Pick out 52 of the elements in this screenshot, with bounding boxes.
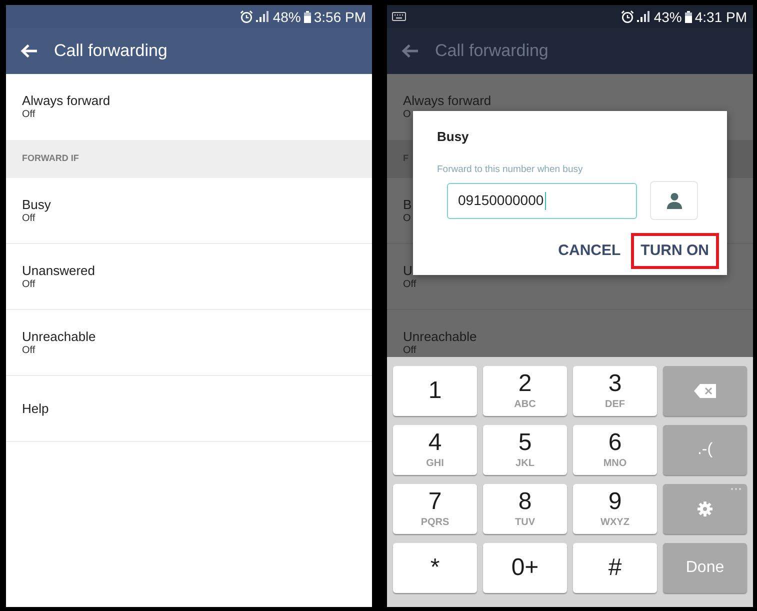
settings-icon xyxy=(697,501,713,517)
back-arrow-icon xyxy=(20,43,38,59)
setting-status: Off xyxy=(22,278,36,290)
dial-key[interactable]: 1 xyxy=(393,366,477,416)
battery-percent: 43% xyxy=(654,8,682,24)
alarm-clock-icon xyxy=(620,10,634,23)
backspace-icon xyxy=(694,384,716,398)
signal-icon xyxy=(636,11,650,22)
clock-time: 3:56 PM xyxy=(314,8,366,24)
dial-key[interactable]: 3 DEF xyxy=(573,366,657,416)
setting-title[interactable]: Unreachable xyxy=(22,328,96,344)
setting-status: O xyxy=(403,212,411,224)
alarm-clock-icon xyxy=(240,10,253,23)
dial-key[interactable]: 7 PQRS xyxy=(393,484,477,534)
dial-key[interactable]: 6 MNO xyxy=(573,425,657,475)
dial-key[interactable]: # xyxy=(573,543,657,593)
text-cursor-icon xyxy=(544,192,546,210)
battery-icon xyxy=(684,10,692,22)
setting-title[interactable]: Unanswered xyxy=(22,262,95,278)
battery-percent: 48% xyxy=(272,8,301,24)
setting-title[interactable]: Busy xyxy=(22,196,51,212)
dial-key[interactable]: 5 JKL xyxy=(483,425,567,475)
signal-icon xyxy=(256,11,269,22)
battery-icon xyxy=(304,10,311,22)
back-arrow-icon xyxy=(401,43,419,59)
field-label: Forward to this number when busy xyxy=(437,164,583,176)
dialog-title: Busy xyxy=(437,129,469,145)
person-icon xyxy=(666,192,682,209)
dial-key[interactable]: * xyxy=(393,543,477,593)
dial-key[interactable]: 2 ABC xyxy=(483,366,567,416)
dial-key[interactable]: 9 WXYZ xyxy=(573,484,657,534)
contact-picker-button[interactable] xyxy=(650,181,698,220)
setting-status: O xyxy=(403,109,411,121)
dial-key[interactable]: 8 TUV xyxy=(483,484,567,534)
screen-title: Call forwarding xyxy=(435,40,548,62)
dialog-button[interactable]: TURN ON xyxy=(630,233,719,269)
screen-title: Call forwarding xyxy=(54,40,168,62)
clock-time: 4:31 PM xyxy=(694,8,747,24)
dial-key[interactable]: 0+ xyxy=(483,543,567,593)
setting-status: Off xyxy=(403,344,416,356)
setting-status: Off xyxy=(403,278,416,290)
setting-status: Off xyxy=(22,212,36,224)
number-field[interactable]: 09150000000 xyxy=(447,182,637,218)
section-title: FORWARD IF xyxy=(22,152,79,166)
setting-title[interactable]: Help xyxy=(22,400,49,416)
dialog-button[interactable]: CANCEL xyxy=(548,233,631,269)
setting-status: Off xyxy=(22,109,36,121)
settings-key[interactable] xyxy=(663,484,747,534)
dial-key[interactable]: 4 GHI xyxy=(393,425,477,475)
setting-status: Off xyxy=(22,344,36,356)
setting-title[interactable]: Always forward xyxy=(22,93,110,109)
backspace-key[interactable] xyxy=(663,366,747,416)
